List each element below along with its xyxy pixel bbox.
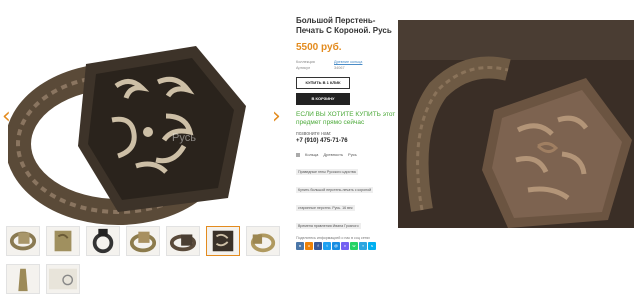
chip-item[interactable]: Праведные гены Русского царства <box>296 169 358 175</box>
tg-share-icon[interactable]: т <box>359 242 367 250</box>
watermark: Русь <box>172 132 196 144</box>
product-meta: Коллекция Древние кольца Артикул 34067 <box>296 59 396 71</box>
social-share-buttons: в о f t @ v w т s <box>296 242 396 250</box>
product-title: Большой Перстень-Печать С Короной. Русь <box>296 16 392 35</box>
thumbnail-7[interactable] <box>246 226 280 256</box>
chip-item[interactable]: старинные перстни. Русь. 16 век <box>296 205 355 211</box>
thumbnail-5[interactable] <box>166 226 200 256</box>
ok-share-icon[interactable]: о <box>305 242 313 250</box>
main-product-photo[interactable] <box>5 16 280 226</box>
tag-icon <box>296 152 300 157</box>
tag-item[interactable]: Кольца <box>305 152 318 157</box>
promo-text: ЕСЛИ ВЫ ХОТИТЕ КУПИТЬ этот предмет прямо… <box>296 111 396 126</box>
phone-number[interactable]: +7 (910) 475-71-76 <box>296 138 396 144</box>
fb-share-icon[interactable]: f <box>314 242 322 250</box>
product-tags: Кольца Древность Русь <box>296 152 396 157</box>
call-label: позвоните нам: <box>296 131 332 137</box>
wa-share-icon[interactable]: w <box>350 242 358 250</box>
vk-share-icon[interactable]: в <box>296 242 304 250</box>
meta-row-sku: Артикул 34067 <box>296 65 396 71</box>
thumbnail-4[interactable] <box>126 226 160 256</box>
product-price: 5500 руб. <box>296 42 342 53</box>
sku-value: 34067 <box>334 66 345 70</box>
thumbnail-2[interactable] <box>46 226 80 256</box>
product-gallery: ‹ › Русь <box>0 6 290 294</box>
thumbnail-3[interactable] <box>86 226 120 256</box>
thumbnail-8[interactable] <box>6 264 40 294</box>
tag-item[interactable]: Древность <box>323 152 343 157</box>
mr-share-icon[interactable]: @ <box>332 242 340 250</box>
prev-photo-arrow-icon[interactable]: ‹ <box>2 106 16 128</box>
product-info: Большой Перстень-Печать С Короной. Русь … <box>296 16 396 292</box>
related-chips: Праведные гены Русского царства Купить б… <box>296 160 396 232</box>
next-photo-arrow-icon[interactable]: › <box>272 106 286 128</box>
sk-share-icon[interactable]: s <box>368 242 376 250</box>
chip-item[interactable]: Времена правления Ивана Грозного <box>296 223 361 229</box>
share-label: Поделитесь информацией о нас в соц сетях <box>296 236 370 240</box>
thumbnail-6[interactable] <box>206 226 240 256</box>
tag-item[interactable]: Русь <box>348 152 357 157</box>
thumbnail-9[interactable] <box>46 264 80 294</box>
thumbnail-1[interactable] <box>6 226 40 256</box>
add-to-cart-button[interactable]: В КОРЗИНУ <box>296 93 350 105</box>
secondary-product-photo <box>398 20 634 228</box>
buy-one-click-button[interactable]: КУПИТЬ В 1 КЛИК <box>296 77 350 89</box>
vb-share-icon[interactable]: v <box>341 242 349 250</box>
tw-share-icon[interactable]: t <box>323 242 331 250</box>
chip-item[interactable]: Купить большой перстень-печать с короной <box>296 187 374 193</box>
meta-key: Артикул <box>296 66 311 70</box>
